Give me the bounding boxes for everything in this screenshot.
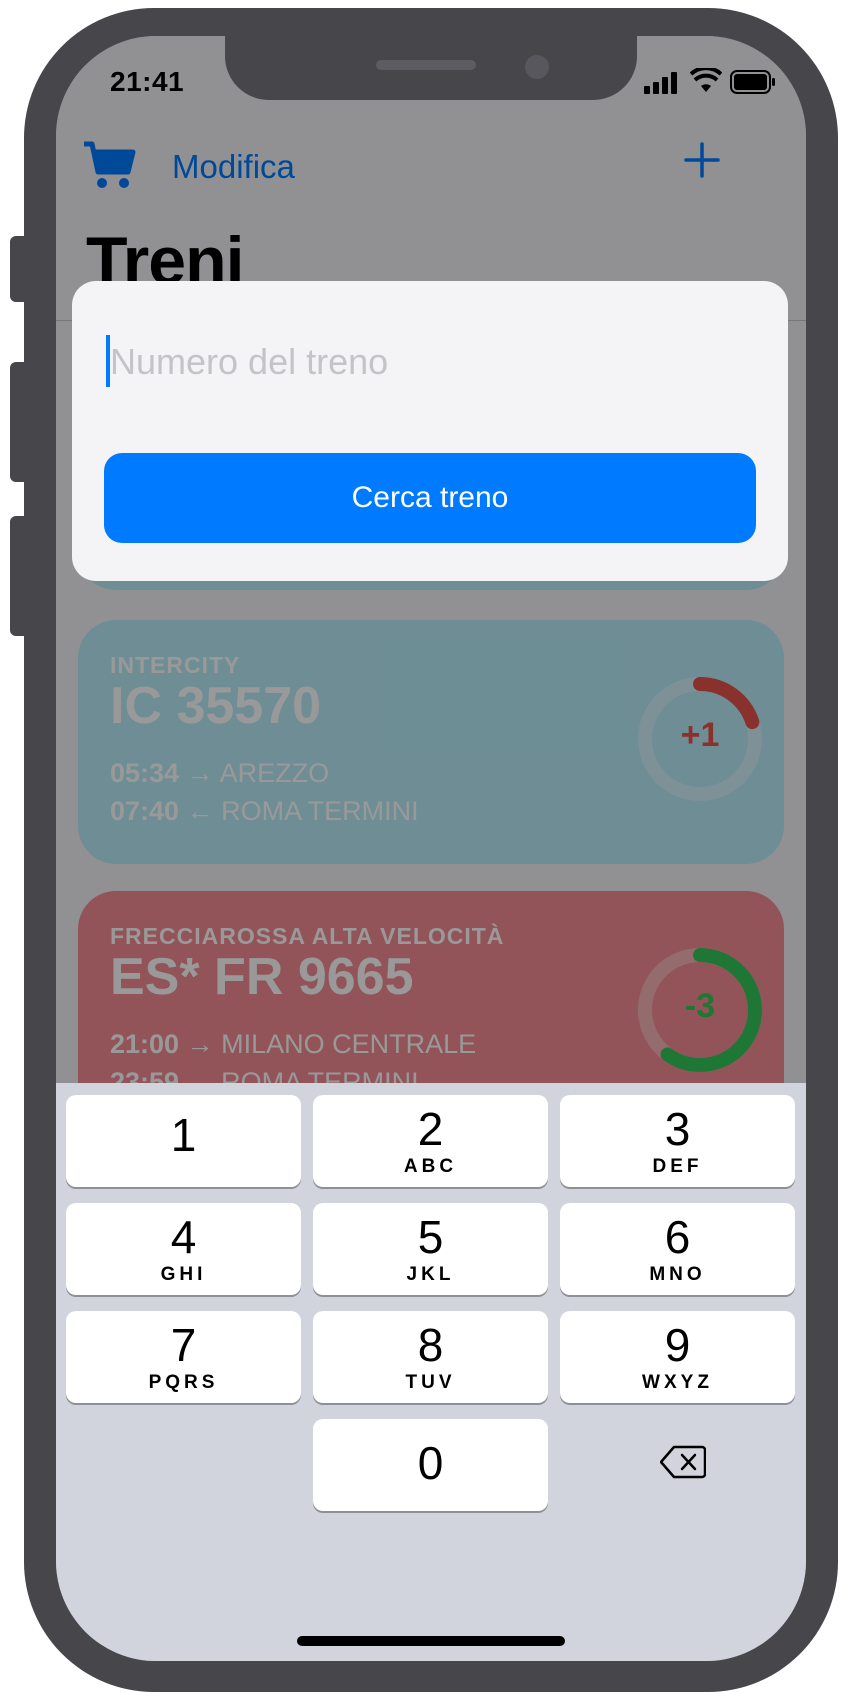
- key-letters: DEF: [652, 1156, 703, 1177]
- key-9[interactable]: 9 WXYZ: [560, 1311, 795, 1403]
- key-0[interactable]: 0: [313, 1419, 548, 1511]
- search-dialog: Numero del treno Cerca treno: [72, 281, 788, 581]
- input-placeholder: Numero del treno: [110, 341, 389, 382]
- key-6[interactable]: 6 MNO: [560, 1203, 795, 1295]
- key-digit: 5: [417, 1211, 444, 1263]
- speaker-grille: [376, 60, 476, 70]
- front-camera: [525, 55, 549, 79]
- key-digit: 6: [664, 1211, 691, 1263]
- key-4[interactable]: 4 GHI: [66, 1203, 301, 1295]
- key-letters: JKL: [406, 1264, 455, 1285]
- train-number-input[interactable]: Numero del treno: [106, 335, 746, 395]
- key-1[interactable]: 1: [66, 1095, 301, 1187]
- key-7[interactable]: 7 PQRS: [66, 1311, 301, 1403]
- key-digit: 9: [664, 1319, 691, 1371]
- home-indicator[interactable]: [297, 1636, 565, 1646]
- screen: 21:41 Modifica Treni INTERCITY IC 35570 …: [56, 36, 806, 1661]
- key-digit: 8: [417, 1319, 444, 1371]
- key-digit: 4: [170, 1211, 197, 1263]
- key-digit: 7: [170, 1319, 197, 1371]
- key-letters: TUV: [405, 1372, 456, 1393]
- key-digit: 1: [170, 1109, 197, 1161]
- key-5[interactable]: 5 JKL: [313, 1203, 548, 1295]
- key-letters: PQRS: [148, 1372, 219, 1393]
- key-letters: WXYZ: [642, 1372, 713, 1393]
- key-letters: GHI: [160, 1264, 207, 1285]
- volume-up-button: [10, 362, 26, 482]
- key-digit: 3: [664, 1103, 691, 1155]
- key-letters: MNO: [649, 1264, 706, 1285]
- search-train-button[interactable]: Cerca treno: [104, 453, 756, 543]
- key-8[interactable]: 8 TUV: [313, 1311, 548, 1403]
- key-2[interactable]: 2 ABC: [313, 1095, 548, 1187]
- key-digit: 2: [417, 1103, 444, 1155]
- key-digit: 0: [417, 1437, 444, 1489]
- key-letters: ABC: [403, 1156, 458, 1177]
- mute-switch: [10, 236, 26, 302]
- numeric-keyboard: 1 2 ABC 3 DEF 4 GHI 5 JKL 6 MNO 7 PQRS 8 TUV 9W…: [56, 1083, 806, 1661]
- key-3[interactable]: 3 DEF: [560, 1095, 795, 1187]
- volume-down-button: [10, 516, 26, 636]
- delete-backspace-icon[interactable]: [659, 1445, 707, 1484]
